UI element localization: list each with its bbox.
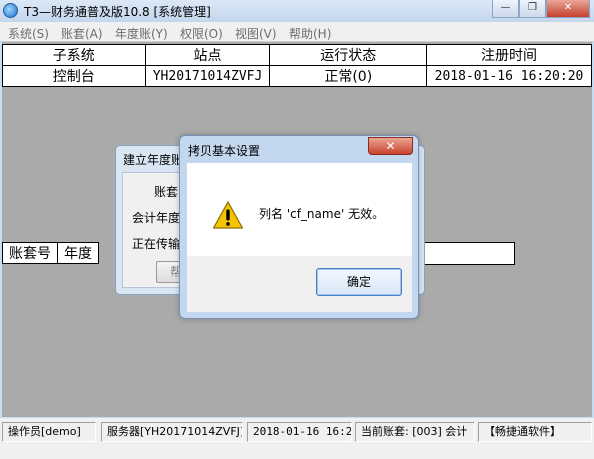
- column-header-status[interactable]: 运行状态: [269, 44, 428, 66]
- window-title: T3—财务通普及版10.8 [系统管理]: [24, 5, 211, 19]
- status-brand: 【畅捷通软件】: [478, 422, 592, 442]
- cell-subsystem: 控制台: [2, 65, 146, 87]
- column-header-year[interactable]: 年度: [57, 242, 99, 264]
- app-logo-icon: [3, 3, 18, 18]
- warning-icon: [212, 201, 244, 229]
- minimize-button[interactable]: —: [492, 0, 519, 18]
- copy-basic-settings-dialog: 拷贝基本设置 ✕ 列名 'cf_name' 无效。 确定: [179, 135, 419, 319]
- cell-status: 正常(0): [269, 65, 428, 87]
- close-button[interactable]: ✕: [546, 0, 590, 18]
- window-controls: — ❐ ✕: [492, 0, 590, 18]
- title-bar[interactable]: T3—财务通普及版10.8 [系统管理] — ❐ ✕: [0, 0, 594, 22]
- ok-button[interactable]: 确定: [316, 268, 402, 296]
- dialog-body: 列名 'cf_name' 无效。: [187, 163, 412, 256]
- account-table: 账套号 年度: [2, 242, 99, 264]
- dialog-title: 拷贝基本设置: [188, 144, 261, 158]
- restore-button[interactable]: ❐: [519, 0, 546, 18]
- dialog-footer: 确定: [187, 256, 412, 312]
- menu-permission[interactable]: 权限(O): [180, 25, 223, 42]
- error-message: 列名 'cf_name' 无效。: [259, 207, 385, 221]
- column-header-login-time[interactable]: 注册时间: [426, 44, 592, 66]
- menu-view[interactable]: 视图(V): [235, 25, 277, 42]
- label-fiscal-year: 会计年度: [132, 211, 181, 225]
- menu-help[interactable]: 帮助(H): [289, 25, 331, 42]
- column-header-account-number[interactable]: 账套号: [2, 242, 58, 264]
- subsystem-table: 子系统 站点 运行状态 注册时间 控制台 YH20171014ZVFJ 正常(0…: [2, 44, 592, 87]
- table-row[interactable]: 控制台 YH20171014ZVFJ 正常(0) 2018-01-16 16:2…: [2, 65, 592, 87]
- menu-bar: 系统(S) 账套(A) 年度账(Y) 权限(O) 视图(V) 帮助(H): [0, 22, 594, 42]
- cell-site: YH20171014ZVFJ: [144, 65, 271, 87]
- status-datetime: 2018-01-16 16:21: [247, 422, 352, 442]
- account-table-extra-column: [420, 242, 515, 265]
- bg-dialog-title: 建立年度账: [123, 153, 184, 167]
- cell-login-time: 2018-01-16 16:20:20: [426, 65, 592, 87]
- status-bar: 操作员[demo] 服务器[YH20171014ZVFJ] 2018-01-16…: [0, 418, 594, 459]
- column-header-site[interactable]: 站点: [144, 44, 271, 66]
- status-operator: 操作员[demo]: [2, 422, 96, 442]
- label-transferring: 正在传输: [132, 237, 181, 251]
- status-current-account: 当前账套: [003] 会计: [355, 422, 475, 442]
- app-window: T3—财务通普及版10.8 [系统管理] — ❐ ✕ 系统(S) 账套(A) 年…: [0, 0, 594, 459]
- label-account-set: 账套: [154, 185, 179, 199]
- table-header-row: 子系统 站点 运行状态 注册时间: [2, 44, 592, 66]
- menu-system[interactable]: 系统(S): [8, 25, 49, 42]
- menu-fiscal-year[interactable]: 年度账(Y): [115, 25, 168, 42]
- status-server: 服务器[YH20171014ZVFJ]: [101, 422, 243, 442]
- table-header-row: 账套号 年度: [2, 242, 99, 264]
- menu-account-set[interactable]: 账套(A): [61, 25, 103, 42]
- dialog-close-button[interactable]: ✕: [368, 137, 413, 155]
- column-header-subsystem[interactable]: 子系统: [2, 44, 146, 66]
